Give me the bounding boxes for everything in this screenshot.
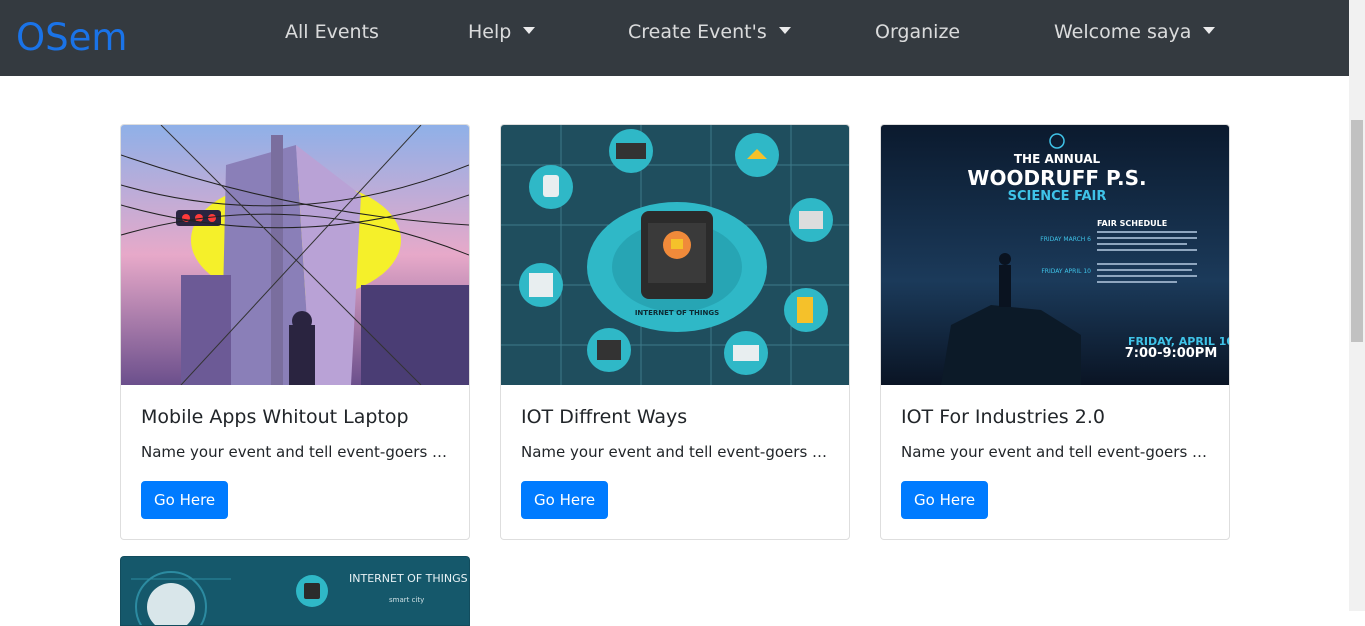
poster-schedule: FAIR SCHEDULE [1097, 219, 1167, 228]
nav-create-events-dropdown[interactable]: Create Event's [628, 19, 791, 45]
poster-date1: FRIDAY MARCH 6 [1040, 236, 1091, 243]
poster-line2: WOODRUFF P.S. [967, 166, 1146, 190]
poster-event-time: 7:00-9:00PM [1125, 346, 1218, 361]
nav-create-events-label: Create Event's [628, 21, 767, 43]
event-card: INTERNET OF THINGS IOT Diffrent Ways Nam… [500, 124, 850, 540]
nav-user-label: Welcome saya [1054, 21, 1192, 43]
event-card: THE ANNUAL WOODRUFF P.S. SCIENCE FAIR FA… [880, 124, 1230, 540]
event-title: IOT For Industries 2.0 [901, 406, 1105, 428]
caret-down-icon [778, 27, 791, 34]
go-here-button[interactable]: Go Here [521, 481, 609, 519]
caret-down-icon [523, 27, 536, 34]
partial-sub: smart city [389, 596, 424, 604]
event-description: Name your event and tell event-goers wh.… [901, 443, 1211, 461]
event-image-iot-smart-city: INTERNET OF THINGS smart city [121, 557, 469, 625]
go-here-button[interactable]: Go Here [901, 481, 989, 519]
iot-image-caption: INTERNET OF THINGS [635, 309, 719, 317]
partial-heading: INTERNET OF THINGS [349, 572, 468, 585]
nav-user-dropdown[interactable]: Welcome saya [1054, 19, 1216, 45]
poster-line1: THE ANNUAL [1014, 152, 1101, 166]
nav-help-dropdown[interactable]: Help [468, 19, 536, 45]
scrollbar-thumb[interactable] [1351, 120, 1363, 342]
event-description: Name your event and tell event-goers wh.… [141, 443, 451, 461]
event-image-science-fair: THE ANNUAL WOODRUFF P.S. SCIENCE FAIR FA… [881, 125, 1229, 385]
event-image-iot: INTERNET OF THINGS [501, 125, 849, 385]
event-card-partial: INTERNET OF THINGS smart city [120, 556, 470, 626]
nav-all-events-label: All Events [285, 21, 379, 43]
event-image-city-street [121, 125, 469, 385]
poster-date2: FRIDAY APRIL 10 [1041, 268, 1091, 275]
go-here-button[interactable]: Go Here [141, 481, 229, 519]
event-title: IOT Diffrent Ways [521, 406, 688, 428]
event-title: Mobile Apps Whitout Laptop [141, 406, 409, 428]
caret-down-icon [1203, 27, 1216, 34]
event-card: Mobile Apps Whitout Laptop Name your eve… [120, 124, 470, 540]
nav-help-label: Help [468, 21, 512, 43]
nav-organize[interactable]: Organize [875, 19, 960, 45]
nav-all-events[interactable]: All Events [285, 19, 379, 45]
brand-logo[interactable]: OSem [16, 14, 127, 62]
nav-organize-label: Organize [875, 21, 961, 43]
event-description: Name your event and tell event-goers wh.… [521, 443, 831, 461]
poster-line3: SCIENCE FAIR [1008, 189, 1107, 204]
top-navbar: OSem All Events Help Create Event's Orga… [0, 0, 1349, 76]
